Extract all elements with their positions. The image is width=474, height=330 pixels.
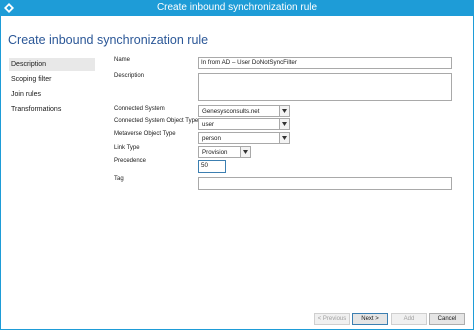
description-field[interactable] (198, 73, 452, 101)
page-title: Create inbound synchronization rule (8, 33, 209, 47)
chevron-down-icon[interactable] (279, 106, 289, 116)
window-title: Create inbound synchronization rule (156, 2, 318, 13)
connected-system-object-type-label: Connected System Object Type (114, 118, 199, 124)
wizard-nav: Description Scoping filter Join rules Tr… (9, 58, 95, 118)
name-label: Name (114, 57, 131, 63)
connected-system-object-type-select[interactable]: user (198, 118, 290, 130)
connected-system-value: Genesysconsults.net (202, 108, 260, 115)
connected-system-object-type-value: user (202, 121, 215, 128)
link-type-select[interactable]: Provision (198, 146, 251, 158)
chevron-down-icon[interactable] (279, 133, 289, 143)
description-label: Description (114, 73, 145, 79)
window-titlebar: Create inbound synchronization rule (0, 0, 474, 16)
metaverse-object-type-value: person (202, 135, 221, 142)
nav-item-scoping-filter[interactable]: Scoping filter (9, 73, 95, 86)
nav-item-join-rules[interactable]: Join rules (9, 88, 95, 101)
metaverse-object-type-label: Metaverse Object Type (114, 131, 176, 137)
name-field[interactable]: In from AD – User DoNotSyncFilter (198, 57, 452, 69)
link-type-value: Provision (202, 149, 228, 156)
tag-field[interactable] (198, 177, 452, 190)
precedence-field[interactable]: 50 (198, 160, 226, 173)
previous-button[interactable]: < Previous (314, 313, 350, 325)
link-type-label: Link Type (114, 145, 140, 151)
connected-system-label: Connected System (114, 106, 165, 112)
nav-item-description[interactable]: Description (9, 58, 95, 71)
connected-system-select[interactable]: Genesysconsults.net (198, 105, 290, 117)
precedence-label: Precedence (114, 158, 147, 164)
add-button[interactable]: Add (391, 313, 427, 325)
cancel-button[interactable]: Cancel (429, 313, 465, 325)
next-button[interactable]: Next > (352, 313, 388, 325)
chevron-down-icon[interactable] (279, 119, 289, 129)
nav-item-transformations[interactable]: Transformations (9, 103, 95, 116)
window-frame (0, 16, 1, 330)
chevron-down-icon[interactable] (240, 147, 250, 157)
metaverse-object-type-select[interactable]: person (198, 132, 290, 144)
tag-label: Tag (114, 176, 124, 182)
